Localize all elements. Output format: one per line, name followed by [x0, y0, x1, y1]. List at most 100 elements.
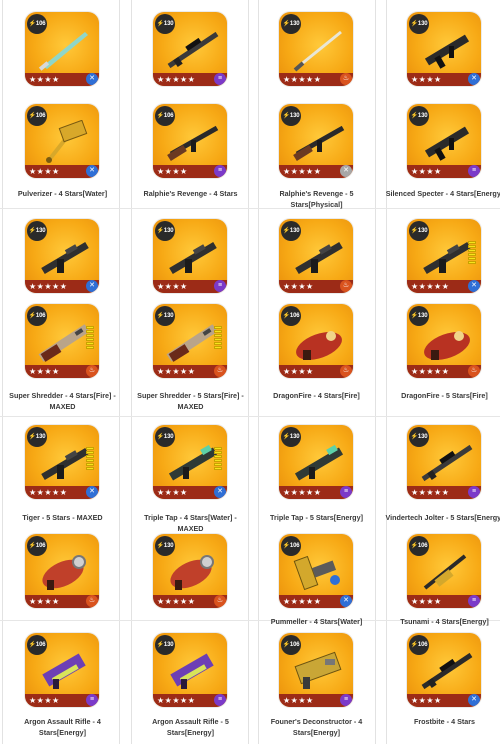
weapon-name[interactable]: Founer's Deconstructor - 4 Stars[Energy]: [257, 716, 376, 738]
max-level-bar: [86, 447, 94, 471]
weapon-tile[interactable]: ⚡106 ★★★★ ✕: [25, 12, 99, 86]
weapon-tile[interactable]: ⚡130 ★★★★ ♨: [279, 219, 353, 293]
flame-icon: ♨: [214, 365, 226, 377]
weapon-image: [170, 653, 214, 689]
weapon-tile[interactable]: ⚡106 ★★★★ ≡: [25, 633, 99, 707]
water-icon: ✕: [86, 280, 98, 292]
weapon-image: [293, 30, 342, 72]
weapon-image: [294, 651, 342, 689]
energy-icon: ≡: [86, 694, 98, 706]
weapon-tile[interactable]: ⚡130 ★★★★★ ♨: [153, 304, 227, 378]
weapon-name[interactable]: Pulverizer - 4 Stars[Water]: [3, 188, 122, 199]
flame-icon: ♨: [340, 73, 352, 85]
weapon-image: [296, 331, 342, 360]
weapon-tile[interactable]: ⚡106 ★★★★ ✕: [407, 633, 481, 707]
lightning-icon: ≡: [214, 73, 226, 85]
weapon-name[interactable]: Frostbite - 4 Stars: [385, 716, 500, 727]
weapon-tile[interactable]: ⚡130 ★★★★★ ♨: [153, 534, 227, 608]
water-icon: ✕: [468, 694, 480, 706]
max-level-bar: [214, 326, 222, 350]
weapon-image: [167, 31, 219, 69]
weapon-image: [170, 555, 214, 590]
weapon-tile[interactable]: ⚡130 ★★★★★ ≡: [407, 425, 481, 499]
weapon-name[interactable]: Super Shredder - 5 Stars[Fire] - MAXED: [131, 390, 250, 412]
weapon-image: [424, 126, 470, 161]
water-icon: ✕: [468, 280, 480, 292]
weapon-tile[interactable]: ⚡106 ★★★★ ≡: [153, 104, 227, 178]
weapon-name[interactable]: Argon Assault Rifle - 4 Stars[Energy]: [3, 716, 122, 738]
water-icon: ✕: [86, 486, 98, 498]
weapon-name[interactable]: Ralphie's Revenge - 4 Stars: [131, 188, 250, 199]
weapon-tile[interactable]: ⚡130 ★★★★ ✕: [153, 425, 227, 499]
weapon-image: [293, 125, 345, 161]
weapon-name[interactable]: Vindertech Jolter - 5 Stars[Energy]: [385, 512, 500, 523]
energy-icon: ≡: [468, 595, 480, 607]
weapon-tile[interactable]: ⚡106 ★★★★ ✕: [25, 104, 99, 178]
weapon-image: [169, 241, 217, 275]
weapon-tile[interactable]: ⚡106 ★★★★ ♨: [279, 304, 353, 378]
weapon-tile[interactable]: ⚡130 ★★★★ ≡: [407, 104, 481, 178]
flame-icon: ♨: [214, 595, 226, 607]
weapon-name[interactable]: Tiger - 5 Stars - MAXED: [3, 512, 122, 523]
weapon-image: [38, 324, 90, 362]
max-level-bar: [214, 447, 222, 471]
weapon-image: [294, 444, 344, 481]
weapon-image: [421, 652, 473, 690]
water-icon: ✕: [86, 165, 98, 177]
weapon-image: [41, 241, 89, 275]
weapon-tile[interactable]: ⚡130 ★★★★★ ≡: [153, 12, 227, 86]
weapon-image: [424, 331, 470, 360]
weapon-image: [421, 444, 473, 482]
weapon-image: [42, 653, 86, 689]
weapon-name[interactable]: Ralphie's Revenge - 5 Stars[Physical]: [257, 188, 376, 210]
weapon-tile[interactable]: ⚡130 ★★★★★ ✕: [25, 425, 99, 499]
weapon-tile[interactable]: ⚡130 ★★★★★ ♨: [279, 12, 353, 86]
weapon-tile[interactable]: ⚡106 ★★★★ ≡: [407, 534, 481, 608]
water-icon: ✕: [468, 73, 480, 85]
weapon-name[interactable]: Argon Assault Rifle - 5 Stars[Energy]: [131, 716, 250, 738]
weapon-name[interactable]: Super Shredder - 4 Stars[Fire] - MAXED: [3, 390, 122, 412]
weapon-name[interactable]: Triple Tap - 5 Stars[Energy]: [257, 512, 376, 523]
flame-icon: ♨: [468, 365, 480, 377]
weapon-tile[interactable]: ⚡106 ★★★★ ♨: [25, 304, 99, 378]
weapon-image: [46, 120, 88, 163]
weapon-name[interactable]: Tsunami - 4 Stars[Energy]: [385, 616, 500, 627]
weapon-tile[interactable]: ⚡130 ★★★★ ✕: [407, 12, 481, 86]
weapon-tile[interactable]: ⚡130 ★★★★★ ♨: [407, 304, 481, 378]
weapon-tile[interactable]: ⚡130 ★★★★ ≡: [153, 219, 227, 293]
weapon-name[interactable]: DragonFire - 4 Stars[Fire]: [257, 390, 376, 401]
weapon-image: [424, 34, 470, 69]
flame-icon: ♨: [86, 595, 98, 607]
row-divider: [0, 416, 500, 417]
weapon-image: [423, 554, 467, 590]
energy-icon: ≡: [340, 694, 352, 706]
flame-icon: ♨: [340, 280, 352, 292]
weapon-tile[interactable]: ⚡130 ★★★★★ ≡: [153, 633, 227, 707]
weapon-name[interactable]: Silenced Specter - 4 Stars[Energy]: [385, 188, 500, 199]
water-icon: ✕: [340, 595, 352, 607]
weapon-image: [42, 555, 86, 590]
weapon-image: [41, 447, 89, 481]
flame-icon: ♨: [340, 365, 352, 377]
weapon-tile[interactable]: ⚡106 ★★★★ ♨: [25, 534, 99, 608]
weapon-tile[interactable]: ⚡130 ★★★★★ ✕: [279, 104, 353, 178]
weapon-name[interactable]: Pummeller - 4 Stars[Water]: [257, 616, 376, 627]
row-divider: [0, 208, 500, 209]
weapon-image: [167, 125, 219, 161]
flame-icon: ♨: [86, 365, 98, 377]
weapon-image: [293, 555, 340, 591]
weapon-name[interactable]: Triple Tap - 4 Stars[Water] - MAXED: [131, 512, 250, 534]
weapon-image: [423, 241, 471, 275]
weapon-image: [38, 32, 88, 71]
weapon-tile[interactable]: ⚡130 ★★★★★ ≡: [279, 425, 353, 499]
claw-icon: ✕: [340, 165, 352, 177]
weapon-tile[interactable]: ⚡106 ★★★★★ ✕: [279, 534, 353, 608]
weapon-tile[interactable]: ⚡130 ★★★★★ ✕: [25, 219, 99, 293]
weapon-tile[interactable]: ⚡130 ★★★★★ ✕: [407, 219, 481, 293]
weapon-tile[interactable]: ⚡106 ★★★★ ≡: [279, 633, 353, 707]
lightning-icon: ≡: [214, 165, 226, 177]
energy-icon: ≡: [340, 486, 352, 498]
energy-icon: ≡: [468, 486, 480, 498]
weapon-name[interactable]: DragonFire - 5 Stars[Fire]: [385, 390, 500, 401]
lightning-icon: ≡: [214, 280, 226, 292]
